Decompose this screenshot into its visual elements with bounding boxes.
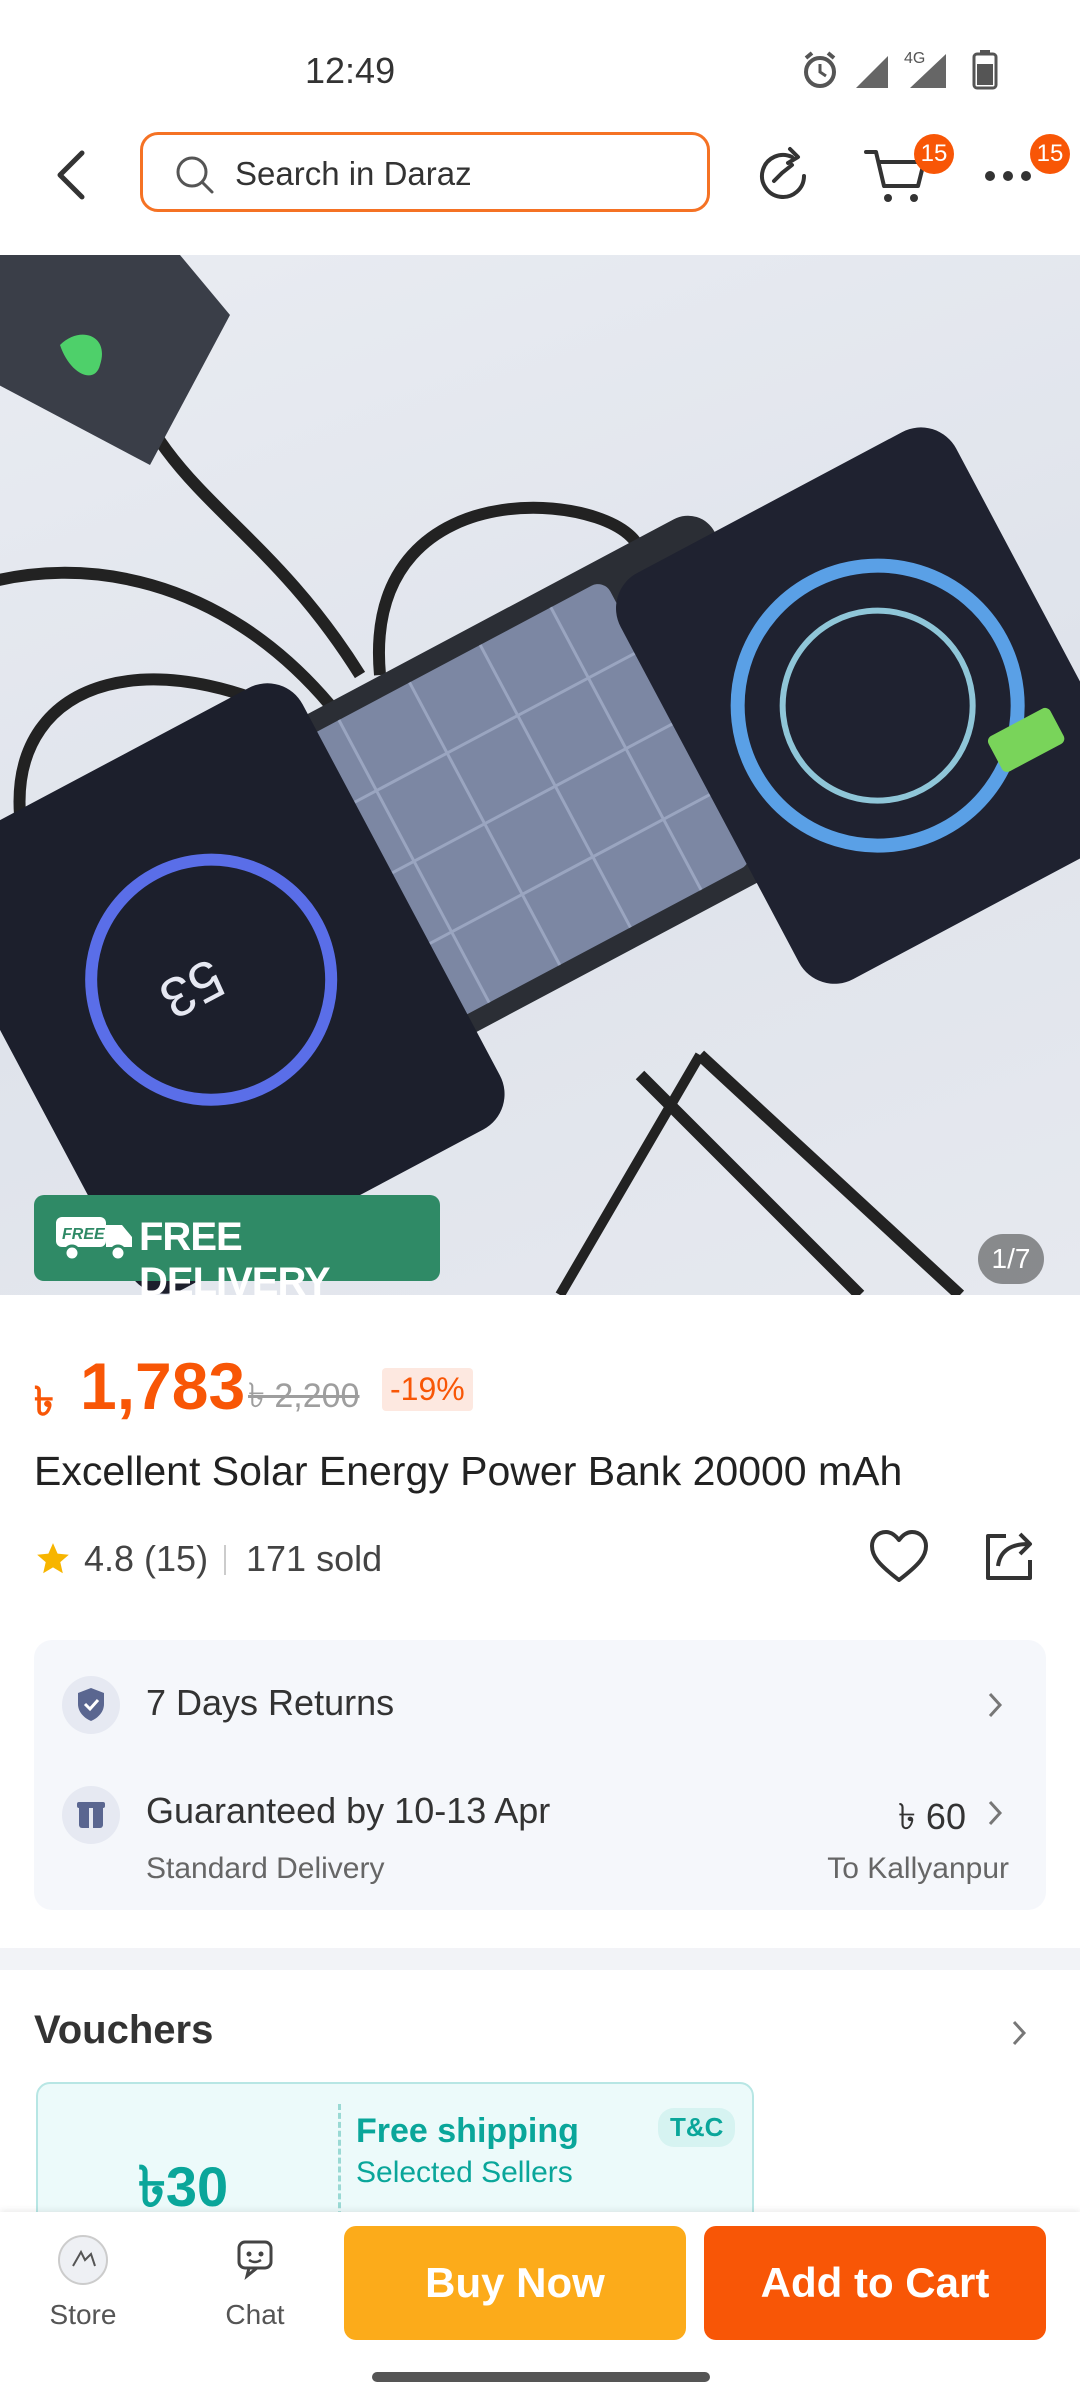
- store-button[interactable]: Store: [40, 2232, 126, 2331]
- star-icon: [37, 1543, 69, 1574]
- chevron-right-icon[interactable]: [986, 1796, 1006, 1830]
- more-count-badge: 15: [1030, 134, 1070, 174]
- voucher-title: Free shipping: [356, 2112, 579, 2150]
- chevron-right-icon[interactable]: [1010, 2016, 1030, 2050]
- more-icon: [985, 171, 1031, 181]
- returns-policy[interactable]: 7 Days Returns: [146, 1682, 394, 1724]
- chat-button[interactable]: Chat: [212, 2232, 298, 2331]
- free-delivery-badge: FREE FREE DELIVERY: [34, 1195, 440, 1304]
- product-title: Excellent Solar Energy Power Bank 20000 …: [34, 1448, 903, 1494]
- signal-4g-icon: [910, 54, 946, 88]
- service-info-card: 7 Days Returns Guaranteed by 10-13 Apr S…: [34, 1640, 1046, 1910]
- home-indicator[interactable]: [372, 2372, 710, 2382]
- voucher-card[interactable]: ৳30 Free shipping Selected Sellers T&C: [36, 2082, 754, 2232]
- clock: 12:49: [305, 50, 396, 91]
- delivery-fee: ৳ 60: [898, 1796, 966, 1837]
- original-price: ৳ 2,200: [248, 1377, 360, 1415]
- add-to-cart-button[interactable]: Add to Cart: [704, 2226, 1046, 2340]
- product-image[interactable]: 53: [0, 255, 1080, 1295]
- store-label: Store: [49, 2299, 117, 2330]
- returns-badge: [62, 1676, 120, 1734]
- delivery-badge: [62, 1786, 120, 1844]
- buy-now-button[interactable]: Buy Now: [344, 2226, 686, 2340]
- terms-badge[interactable]: T&C: [658, 2108, 736, 2147]
- cart-button[interactable]: 15: [862, 134, 962, 212]
- chevron-right-icon[interactable]: [986, 1688, 1006, 1722]
- signal-icon: [856, 56, 888, 88]
- voucher-subtitle: Selected Sellers: [356, 2156, 573, 2189]
- chat-label: Chat: [225, 2299, 285, 2330]
- history-icon[interactable]: [752, 145, 814, 207]
- status-bar: 12:49 4G: [0, 0, 1080, 130]
- alarm-icon: [804, 51, 836, 88]
- section-separator: [0, 1948, 1080, 1970]
- price: 1,783: [80, 1349, 246, 1423]
- chat-icon: [237, 2240, 273, 2280]
- delivery-guarantee[interactable]: Guaranteed by 10-13 Apr: [146, 1790, 550, 1832]
- wishlist-heart-icon[interactable]: [868, 1528, 930, 1586]
- image-counter: 1/7: [978, 1234, 1044, 1284]
- battery-icon: [972, 50, 998, 90]
- power-bank-illustration: 53: [0, 255, 1080, 1295]
- bottom-action-bar: Store Chat Buy Now Add to Cart: [0, 2212, 1080, 2400]
- package-icon: [77, 1802, 105, 1828]
- discount-badge: -19%: [382, 1368, 473, 1411]
- shield-check-icon: [78, 1688, 104, 1721]
- divider: [224, 1545, 226, 1575]
- search-input[interactable]: Search in Daraz: [140, 132, 710, 212]
- more-button[interactable]: 15: [984, 134, 1070, 200]
- store-icon: [58, 2235, 108, 2285]
- delivery-truck-icon: FREE: [56, 1217, 132, 1262]
- back-icon[interactable]: [48, 145, 98, 205]
- free-tag: FREE: [62, 1226, 106, 1243]
- free-delivery-text: FREE DELIVERY: [139, 1215, 331, 1304]
- currency-symbol: ৳: [34, 1380, 54, 1424]
- sold-count: 171 sold: [246, 1538, 383, 1579]
- rating[interactable]: 4.8 (15): [84, 1538, 208, 1580]
- delivery-type: Standard Delivery: [146, 1852, 385, 1885]
- share-icon[interactable]: [980, 1528, 1038, 1586]
- search-icon: [176, 156, 214, 194]
- delivery-destination: To Kallyanpur: [827, 1852, 1009, 1885]
- vouchers-heading: Vouchers: [34, 2008, 214, 2052]
- cart-count-badge: 15: [914, 134, 954, 174]
- search-placeholder: Search in Daraz: [235, 155, 472, 192]
